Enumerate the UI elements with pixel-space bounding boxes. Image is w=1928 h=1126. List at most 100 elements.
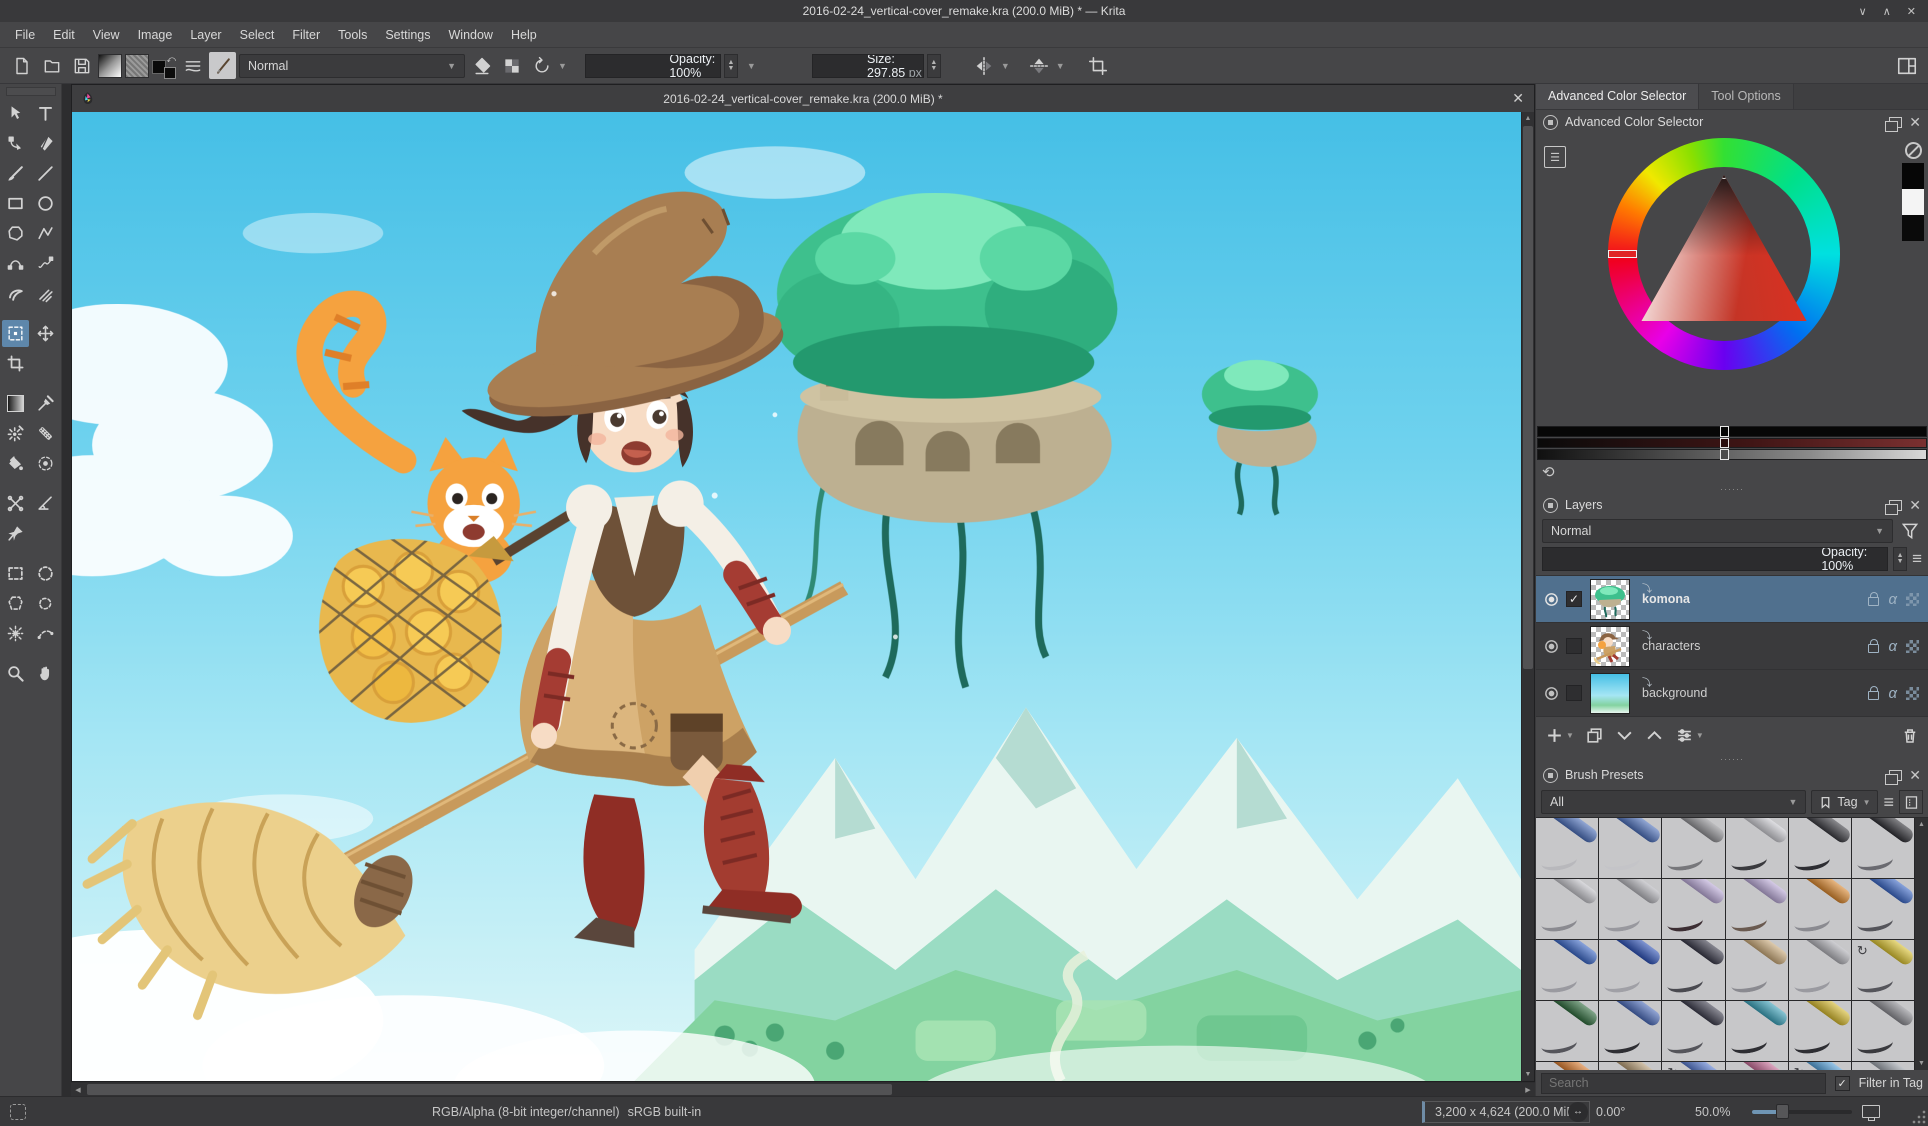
brush-preset[interactable] — [1536, 818, 1598, 878]
brush-preset[interactable] — [1726, 940, 1788, 1000]
float-docker-icon[interactable] — [1889, 500, 1902, 511]
advanced-color-selector[interactable]: ☰ — [1536, 134, 1928, 426]
opacity-spinner[interactable]: ▲▼ — [724, 54, 738, 78]
wrap-around-icon[interactable] — [1085, 52, 1112, 79]
tag-button[interactable]: Tag▼ — [1811, 790, 1878, 814]
brush-preset[interactable] — [1789, 940, 1851, 1000]
document-close-icon[interactable]: ✕ — [1512, 90, 1524, 107]
layer-alpha-lock-icon[interactable]: α — [1888, 685, 1897, 702]
tool-polygon[interactable] — [2, 220, 29, 247]
preset-search-input[interactable] — [1541, 1073, 1826, 1094]
add-layer-button[interactable]: ▼ — [1545, 726, 1574, 745]
layer-lock-icon[interactable] — [1868, 644, 1879, 653]
preset-menu-icon[interactable]: ≡ — [1883, 792, 1894, 813]
history-swatch[interactable] — [1902, 189, 1924, 215]
save-icon[interactable] — [68, 52, 95, 79]
docker-lock-icon[interactable] — [1543, 768, 1558, 783]
fit-to-screen-icon[interactable] — [1862, 1105, 1880, 1118]
filter-in-tag-checkbox[interactable]: ✓ — [1835, 1076, 1850, 1091]
opacity-dropdown-icon[interactable]: ▼ — [747, 61, 756, 71]
brush-preset[interactable] — [1726, 1062, 1788, 1070]
tab-advanced-color-selector[interactable]: Advanced Color Selector — [1536, 84, 1699, 109]
history-swatch[interactable] — [1902, 215, 1924, 241]
mirror-horizontal-icon[interactable] — [971, 52, 998, 79]
tool-smart-patch[interactable] — [32, 420, 59, 447]
tool-measure[interactable] — [32, 490, 59, 517]
brush-preset[interactable] — [1726, 818, 1788, 878]
layer-inherit-alpha-icon[interactable] — [1906, 593, 1919, 606]
preset-scrollbar[interactable]: ▲ ▼ — [1914, 818, 1928, 1070]
tool-gradient[interactable] — [2, 390, 29, 417]
layer-opacity-slider[interactable]: Opacity: 100% — [1542, 547, 1888, 571]
reload-dropdown-icon[interactable]: ▼ — [558, 61, 567, 71]
rotation-icon[interactable]: ↔ — [1568, 1102, 1588, 1122]
menu-view[interactable]: View — [84, 24, 129, 46]
tool-color-sampler[interactable] — [32, 390, 59, 417]
open-document-icon[interactable] — [38, 52, 65, 79]
pattern-chooser[interactable] — [125, 54, 149, 78]
layer-filter-icon[interactable] — [1898, 519, 1922, 543]
brush-preset[interactable] — [1599, 940, 1661, 1000]
tool-multibrush[interactable] — [32, 280, 59, 307]
layer-alpha-lock-icon[interactable]: α — [1888, 638, 1897, 655]
mirror-vertical-icon[interactable] — [1026, 52, 1053, 79]
size-slider[interactable]: Size: 297.85 px — [812, 54, 924, 78]
tool-crop[interactable] — [2, 350, 29, 377]
brush-preset[interactable] — [1726, 879, 1788, 939]
layer-row-komona[interactable]: ✓ ⤵komona α — [1536, 576, 1928, 623]
tool-pan[interactable] — [32, 660, 59, 687]
gradient-chooser[interactable] — [98, 54, 122, 78]
layer-select-checkbox[interactable] — [1566, 685, 1582, 701]
tool-freehand-select[interactable] — [32, 590, 59, 617]
preserve-alpha-icon[interactable] — [498, 52, 525, 79]
resize-grip[interactable] — [1912, 1110, 1926, 1124]
canvas-artwork[interactable] — [72, 112, 1521, 1081]
brush-preset[interactable] — [1852, 1062, 1914, 1070]
saturation-slider[interactable] — [1537, 438, 1927, 449]
docker-lock-icon[interactable] — [1543, 115, 1558, 130]
size-spinner[interactable]: ▲▼ — [927, 54, 941, 78]
tool-select-shapes[interactable] — [2, 100, 29, 127]
brush-preset[interactable] — [1599, 879, 1661, 939]
tool-dynamic-brush[interactable] — [2, 280, 29, 307]
scroll-down-icon[interactable]: ▼ — [1915, 1057, 1928, 1070]
maximize-icon[interactable]: ∧ — [1883, 5, 1891, 18]
hue-slider[interactable] — [1537, 426, 1927, 437]
layer-select-checkbox[interactable] — [1566, 638, 1582, 654]
fg-bg-color-chooser[interactable]: ⤺ — [152, 54, 176, 78]
float-docker-icon[interactable] — [1889, 117, 1902, 128]
selection-mode-icon[interactable] — [10, 1104, 26, 1120]
eraser-mode-icon[interactable] — [468, 52, 495, 79]
minimize-icon[interactable]: ∨ — [1859, 5, 1867, 18]
brush-preset[interactable] — [1536, 1001, 1598, 1061]
layer-inherit-alpha-icon[interactable] — [1906, 687, 1919, 700]
mirror-vertical-dropdown-icon[interactable]: ▼ — [1056, 61, 1065, 71]
brush-preset[interactable] — [1662, 1001, 1724, 1061]
brush-preset[interactable] — [1662, 879, 1724, 939]
tool-polyline[interactable] — [32, 220, 59, 247]
scroll-down-icon[interactable]: ▼ — [1522, 1068, 1534, 1081]
docker-splitter[interactable]: ······ — [1536, 484, 1928, 493]
document-tab-bar[interactable]: 2016-02-24_vertical-cover_remake.kra (20… — [72, 85, 1534, 112]
brush-preset[interactable] — [1536, 879, 1598, 939]
preset-tag-filter-select[interactable]: All▼ — [1541, 790, 1806, 814]
brush-preset[interactable] — [1599, 1062, 1661, 1070]
layer-lock-icon[interactable] — [1868, 597, 1879, 606]
tool-magnetic-select[interactable] — [32, 620, 59, 647]
tool-assistants[interactable] — [2, 490, 29, 517]
brush-preset[interactable] — [1599, 1001, 1661, 1061]
reload-preset-icon[interactable] — [528, 52, 555, 79]
tool-ellipse[interactable] — [32, 190, 59, 217]
refresh-colors-icon[interactable]: ⟲ — [1542, 463, 1555, 481]
menu-edit[interactable]: Edit — [44, 24, 84, 46]
close-icon[interactable]: ✕ — [1907, 5, 1916, 18]
brush-preset[interactable] — [1536, 1062, 1598, 1070]
docker-splitter[interactable]: ······ — [1536, 754, 1928, 763]
menu-help[interactable]: Help — [502, 24, 546, 46]
scroll-left-icon[interactable]: ◀ — [71, 1086, 85, 1094]
layer-row-characters[interactable]: ⤵characters α — [1536, 623, 1928, 670]
tool-patch[interactable] — [2, 420, 29, 447]
layer-thumbnail[interactable] — [1590, 626, 1630, 667]
mirror-horizontal-dropdown-icon[interactable]: ▼ — [1001, 61, 1010, 71]
brush-settings-icon[interactable] — [179, 52, 206, 79]
